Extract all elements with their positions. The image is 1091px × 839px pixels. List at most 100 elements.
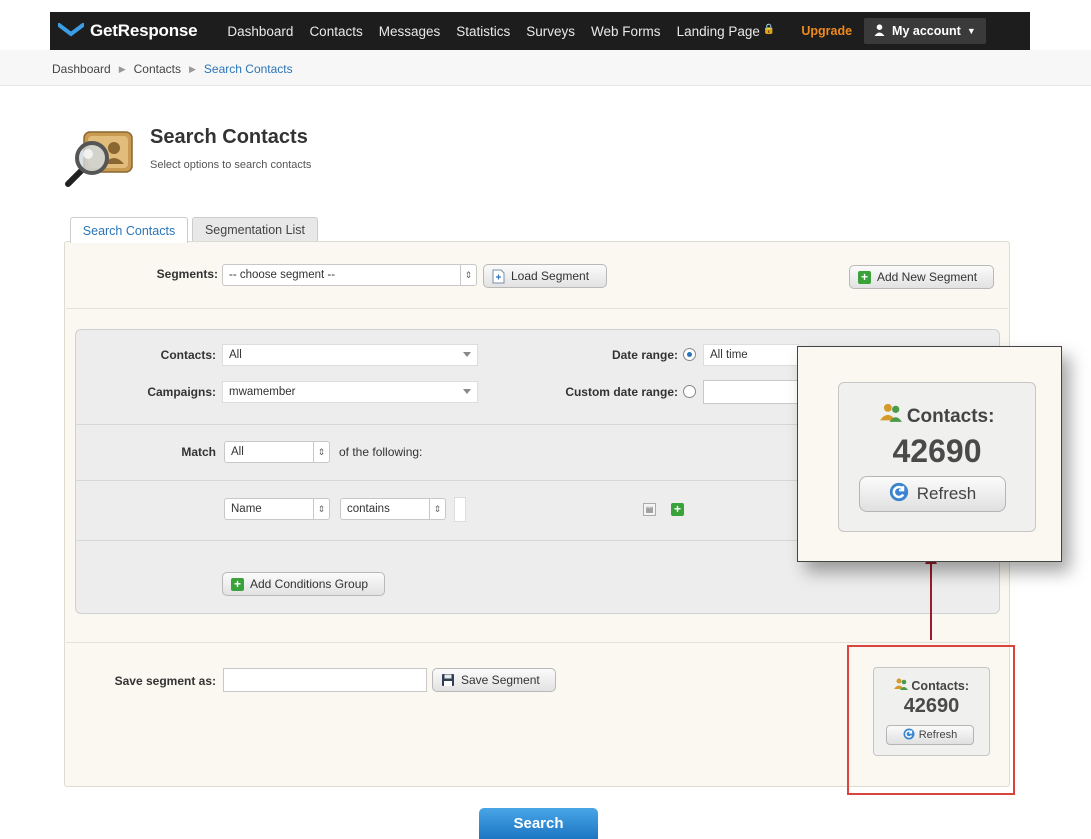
breadcrumb-separator-icon: ▶ (118, 63, 126, 74)
custom-date-range-label: Custom date range: (565, 385, 678, 399)
contacts-count-title-zoomed: Contacts: (839, 403, 1035, 428)
contacts-count-title: Contacts: (874, 678, 989, 693)
condition-operator-select[interactable]: contains ⇕ (340, 498, 446, 520)
add-conditions-group-button[interactable]: + Add Conditions Group (222, 572, 385, 596)
nav-landing-page[interactable]: Landing Page 🔒 (677, 24, 776, 39)
divider (66, 642, 1008, 643)
breadcrumb-contacts[interactable]: Contacts (134, 62, 181, 76)
contacts-filter-label: Contacts: (160, 348, 216, 362)
document-icon (492, 269, 505, 284)
page: GetResponse Dashboard Contacts Messages … (0, 0, 1091, 839)
breadcrumb-bar: Dashboard ▶ Contacts ▶ Search Contacts (0, 50, 1091, 86)
zoom-callout: Contacts: 42690 Refresh (797, 346, 1062, 562)
breadcrumb-separator-icon: ▶ (189, 63, 196, 74)
match-suffix: of the following: (339, 445, 423, 459)
add-new-segment-button[interactable]: + Add New Segment (849, 265, 994, 289)
main-nav: Dashboard Contacts Messages Statistics S… (227, 24, 791, 39)
campaigns-select[interactable]: mwamember (222, 381, 478, 403)
select-arrows-icon: ⇕ (429, 499, 445, 519)
tab-search-contacts[interactable]: Search Contacts (70, 217, 188, 243)
lock-icon: 🔒 (762, 23, 776, 35)
save-segment-label: Save segment as: (114, 674, 216, 688)
contacts-group-icon (879, 403, 907, 427)
chevron-down-icon (463, 389, 471, 394)
floppy-disk-icon (441, 673, 455, 687)
refresh-icon (903, 728, 915, 743)
save-segment-input[interactable] (223, 668, 427, 692)
breadcrumb-current: Search Contacts (203, 62, 293, 76)
divider (66, 308, 1008, 309)
tab-segmentation-list[interactable]: Segmentation List (192, 217, 318, 242)
select-arrows-icon: ⇕ (460, 265, 476, 285)
date-range-value: All time (710, 349, 748, 361)
match-label: Match (181, 445, 216, 459)
refresh-icon (889, 482, 909, 507)
select-arrows-icon: ⇕ (313, 442, 329, 462)
contacts-count-box: Contacts: 42690 Refresh (873, 667, 990, 756)
nav-web-forms[interactable]: Web Forms (591, 24, 661, 39)
contacts-filter-select[interactable]: All (222, 344, 478, 366)
plus-icon: + (231, 577, 244, 591)
date-range-select[interactable]: All time (703, 344, 799, 366)
date-range-label: Date range: (611, 348, 678, 362)
condition-field-select[interactable]: Name ⇕ (224, 498, 330, 520)
search-button[interactable]: Search (479, 808, 598, 839)
calendar-icon[interactable]: ▤ (643, 503, 656, 516)
my-account-menu[interactable]: My account ▼ (864, 18, 986, 44)
segments-select-value: -- choose segment -- (229, 269, 336, 281)
condition-operator-value: contains (347, 503, 390, 515)
nav-contacts[interactable]: Contacts (309, 24, 362, 39)
load-segment-button[interactable]: Load Segment (483, 264, 607, 288)
nav-dashboard[interactable]: Dashboard (227, 24, 293, 39)
contacts-count-box-zoomed: Contacts: 42690 Refresh (838, 382, 1036, 532)
condition-field-value: Name (231, 503, 262, 515)
envelope-icon (58, 22, 84, 40)
contacts-count-value-zoomed: 42690 (892, 433, 982, 469)
contacts-group-icon (893, 678, 911, 693)
select-arrows-icon: ⇕ (313, 499, 329, 519)
contacts-count-value: 42690 (903, 695, 960, 717)
nav-surveys[interactable]: Surveys (526, 24, 575, 39)
custom-date-range-radio[interactable] (683, 385, 696, 398)
save-segment-button[interactable]: Save Segment (432, 668, 556, 692)
contacts-filter-value: All (229, 349, 242, 361)
match-select[interactable]: All ⇕ (224, 441, 330, 463)
nav-statistics[interactable]: Statistics (456, 24, 510, 39)
plus-icon: + (858, 270, 871, 284)
brand-name: GetResponse (90, 21, 198, 40)
campaigns-label: Campaigns: (147, 385, 216, 399)
page-title: Search Contacts (150, 126, 308, 148)
segments-select[interactable]: -- choose segment -- ⇕ (222, 264, 477, 286)
custom-date-range-input[interactable] (703, 380, 799, 404)
add-new-segment-label: Add New Segment (877, 270, 978, 284)
upgrade-link[interactable]: Upgrade (801, 24, 852, 38)
breadcrumb-dashboard[interactable]: Dashboard (52, 62, 111, 76)
refresh-label-zoomed: Refresh (916, 484, 977, 503)
refresh-button-zoomed[interactable]: Refresh (859, 476, 1006, 512)
top-navigation-bar: GetResponse Dashboard Contacts Messages … (50, 12, 1030, 50)
contacts-count-label: Contacts: (911, 679, 970, 693)
page-subtitle: Select options to search contacts (150, 159, 312, 171)
search-contacts-icon (62, 126, 140, 190)
my-account-label: My account (892, 24, 961, 38)
date-range-radio[interactable] (683, 348, 696, 361)
chevron-down-icon (463, 352, 471, 357)
add-conditions-group-label: Add Conditions Group (250, 577, 369, 591)
condition-value-input[interactable] (454, 497, 466, 522)
chevron-down-icon: ▼ (966, 26, 976, 36)
nav-landing-page-label: Landing Page (676, 23, 760, 39)
user-icon (874, 23, 885, 39)
logo[interactable]: GetResponse (58, 21, 198, 41)
nav-messages[interactable]: Messages (379, 24, 441, 39)
load-segment-label: Load Segment (511, 269, 590, 283)
callout-arrow (930, 562, 932, 640)
breadcrumb: Dashboard ▶ Contacts ▶ Search Contacts (52, 62, 293, 76)
save-segment-button-label: Save Segment (461, 673, 540, 687)
contacts-count-label-zoomed: Contacts: (906, 406, 995, 427)
segments-label: Segments: (156, 267, 218, 281)
campaigns-value: mwamember (229, 386, 296, 398)
match-value: All (231, 446, 244, 458)
add-condition-icon[interactable]: + (671, 503, 684, 516)
refresh-button[interactable]: Refresh (886, 725, 974, 745)
refresh-label: Refresh (918, 729, 958, 741)
